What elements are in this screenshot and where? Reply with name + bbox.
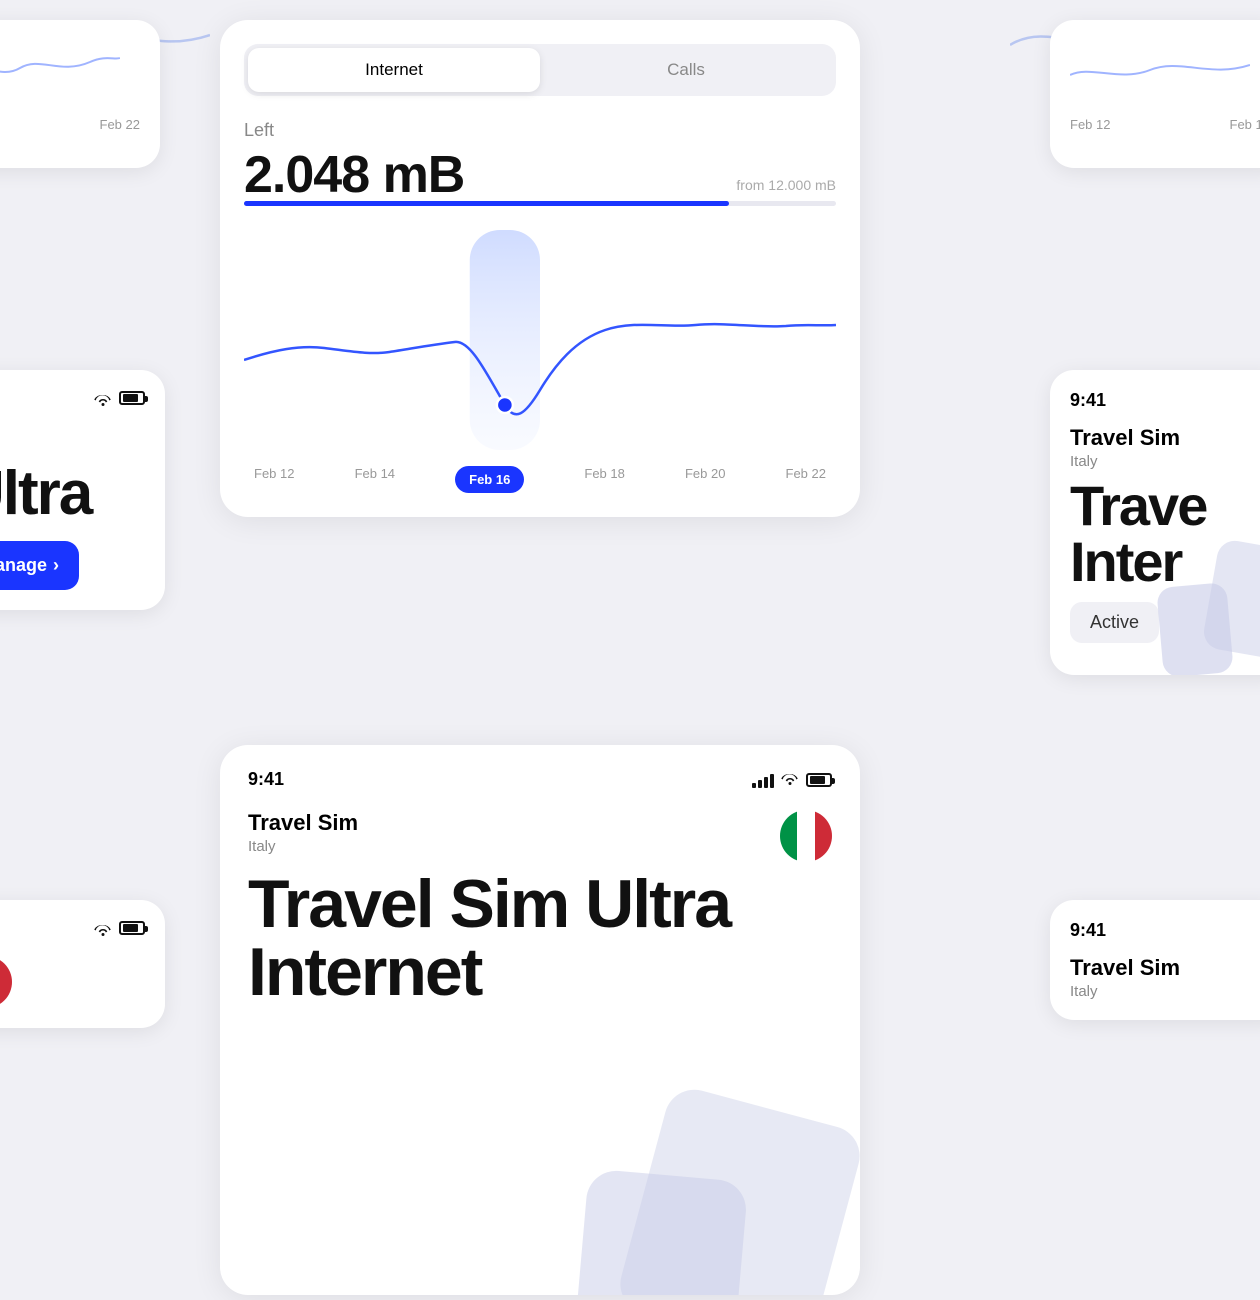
flag-green xyxy=(780,810,797,862)
left-wifi-icon xyxy=(93,390,113,406)
right-top-card: Feb 12 Feb 14 xyxy=(1050,20,1260,168)
right-bottom-sim-country: Italy xyxy=(1070,983,1260,1000)
date-feb12: Feb 12 xyxy=(254,466,294,493)
ultra-text: Ultra xyxy=(0,458,145,529)
tab-calls[interactable]: Calls xyxy=(540,48,832,92)
left-top-card: Feb 20 Feb 22 xyxy=(0,20,160,168)
sim-row: Travel Sim Italy xyxy=(248,810,832,862)
left-date-2: Feb 22 xyxy=(100,117,140,132)
left-panel: Feb 20 Feb 22 Ultra xyxy=(0,0,210,1300)
date-feb14: Feb 14 xyxy=(355,466,395,493)
main-card: Internet Calls Left 2.048 mB from 12.000… xyxy=(220,20,860,517)
right-hex-2 xyxy=(1156,582,1234,675)
flag-white xyxy=(797,810,814,862)
left-bottom-status-icons xyxy=(93,920,145,936)
active-badge: Active xyxy=(1070,602,1159,643)
left-bottom-battery-icon xyxy=(119,921,145,935)
bottom-status-bar: 9:41 xyxy=(248,769,832,790)
right-bottom-card: 9:41 Travel Sim Italy xyxy=(1050,900,1260,1020)
right-date-1: Feb 12 xyxy=(1070,117,1110,132)
battery-fill xyxy=(810,776,825,784)
left-bottom-wifi-icon xyxy=(93,920,113,936)
data-left-label: Left xyxy=(244,120,836,141)
left-status-icons xyxy=(93,390,145,406)
left-mid-card: Ultra Manage › xyxy=(0,370,165,610)
bar1 xyxy=(752,783,756,788)
left-dates: Feb 20 Feb 22 xyxy=(0,117,140,132)
date-feb20: Feb 20 xyxy=(685,466,725,493)
left-bottom-card xyxy=(0,900,165,1028)
manage-arrow: › xyxy=(53,555,59,576)
manage-button[interactable]: Manage › xyxy=(0,541,79,590)
left-battery-fill xyxy=(123,394,138,402)
status-icons xyxy=(752,769,832,790)
right-panel: Feb 12 Feb 14 9:41 Travel Sim Italy Trav… xyxy=(1030,0,1260,1300)
right-sim-name: Travel Sim xyxy=(1070,425,1260,451)
left-battery-icon xyxy=(119,391,145,405)
big-title: Travel Sim Ultra Internet xyxy=(248,870,832,1006)
chart-svg xyxy=(244,230,836,450)
right-chart-line xyxy=(1070,40,1260,105)
tab-internet[interactable]: Internet xyxy=(248,48,540,92)
bottom-center-card: 9:41 Travel Sim Italy xyxy=(220,745,860,1295)
sim-name: Travel Sim xyxy=(248,810,358,836)
right-mid-time: 9:41 xyxy=(1070,390,1260,411)
sim-country: Italy xyxy=(248,838,358,855)
battery-icon xyxy=(806,773,832,787)
manage-label: Manage xyxy=(0,555,47,576)
flag-red xyxy=(815,810,832,862)
right-bottom-time: 9:41 xyxy=(1070,920,1260,941)
right-title-line1: Trave xyxy=(1070,478,1260,534)
italy-flag xyxy=(780,810,832,862)
left-chart-svg xyxy=(0,40,120,100)
date-feb22: Feb 22 xyxy=(786,466,826,493)
bar3 xyxy=(764,777,768,788)
right-bottom-sim-name: Travel Sim xyxy=(1070,955,1260,981)
date-labels: Feb 12 Feb 14 Feb 16 Feb 18 Feb 20 Feb 2… xyxy=(244,466,836,493)
left-bottom-flag xyxy=(0,956,12,1008)
signal-bars-icon xyxy=(752,772,774,788)
left-mid-status-bar xyxy=(0,390,145,406)
wifi-icon xyxy=(780,769,800,790)
bottom-time: 9:41 xyxy=(248,769,284,790)
bar2 xyxy=(758,780,762,788)
hex-shape-2 xyxy=(572,1168,749,1295)
date-feb18: Feb 18 xyxy=(584,466,624,493)
chart-area xyxy=(244,230,836,450)
right-mid-card: 9:41 Travel Sim Italy Trave Inter Active xyxy=(1050,370,1260,675)
right-sim-country: Italy xyxy=(1070,453,1260,470)
left-chart-line xyxy=(0,40,140,105)
title-line1: Travel Sim Ultra xyxy=(248,866,730,942)
right-chart-svg xyxy=(1070,40,1250,100)
bar4 xyxy=(770,774,774,788)
right-date-2: Feb 14 xyxy=(1230,117,1260,132)
date-feb16-active[interactable]: Feb 16 xyxy=(455,466,524,493)
left-bottom-status-bar xyxy=(0,920,145,936)
title-line2: Internet xyxy=(248,934,481,1010)
right-dates: Feb 12 Feb 14 xyxy=(1070,117,1260,132)
data-amount: 2.048 mB xyxy=(244,145,836,205)
tab-bar: Internet Calls xyxy=(244,44,836,96)
